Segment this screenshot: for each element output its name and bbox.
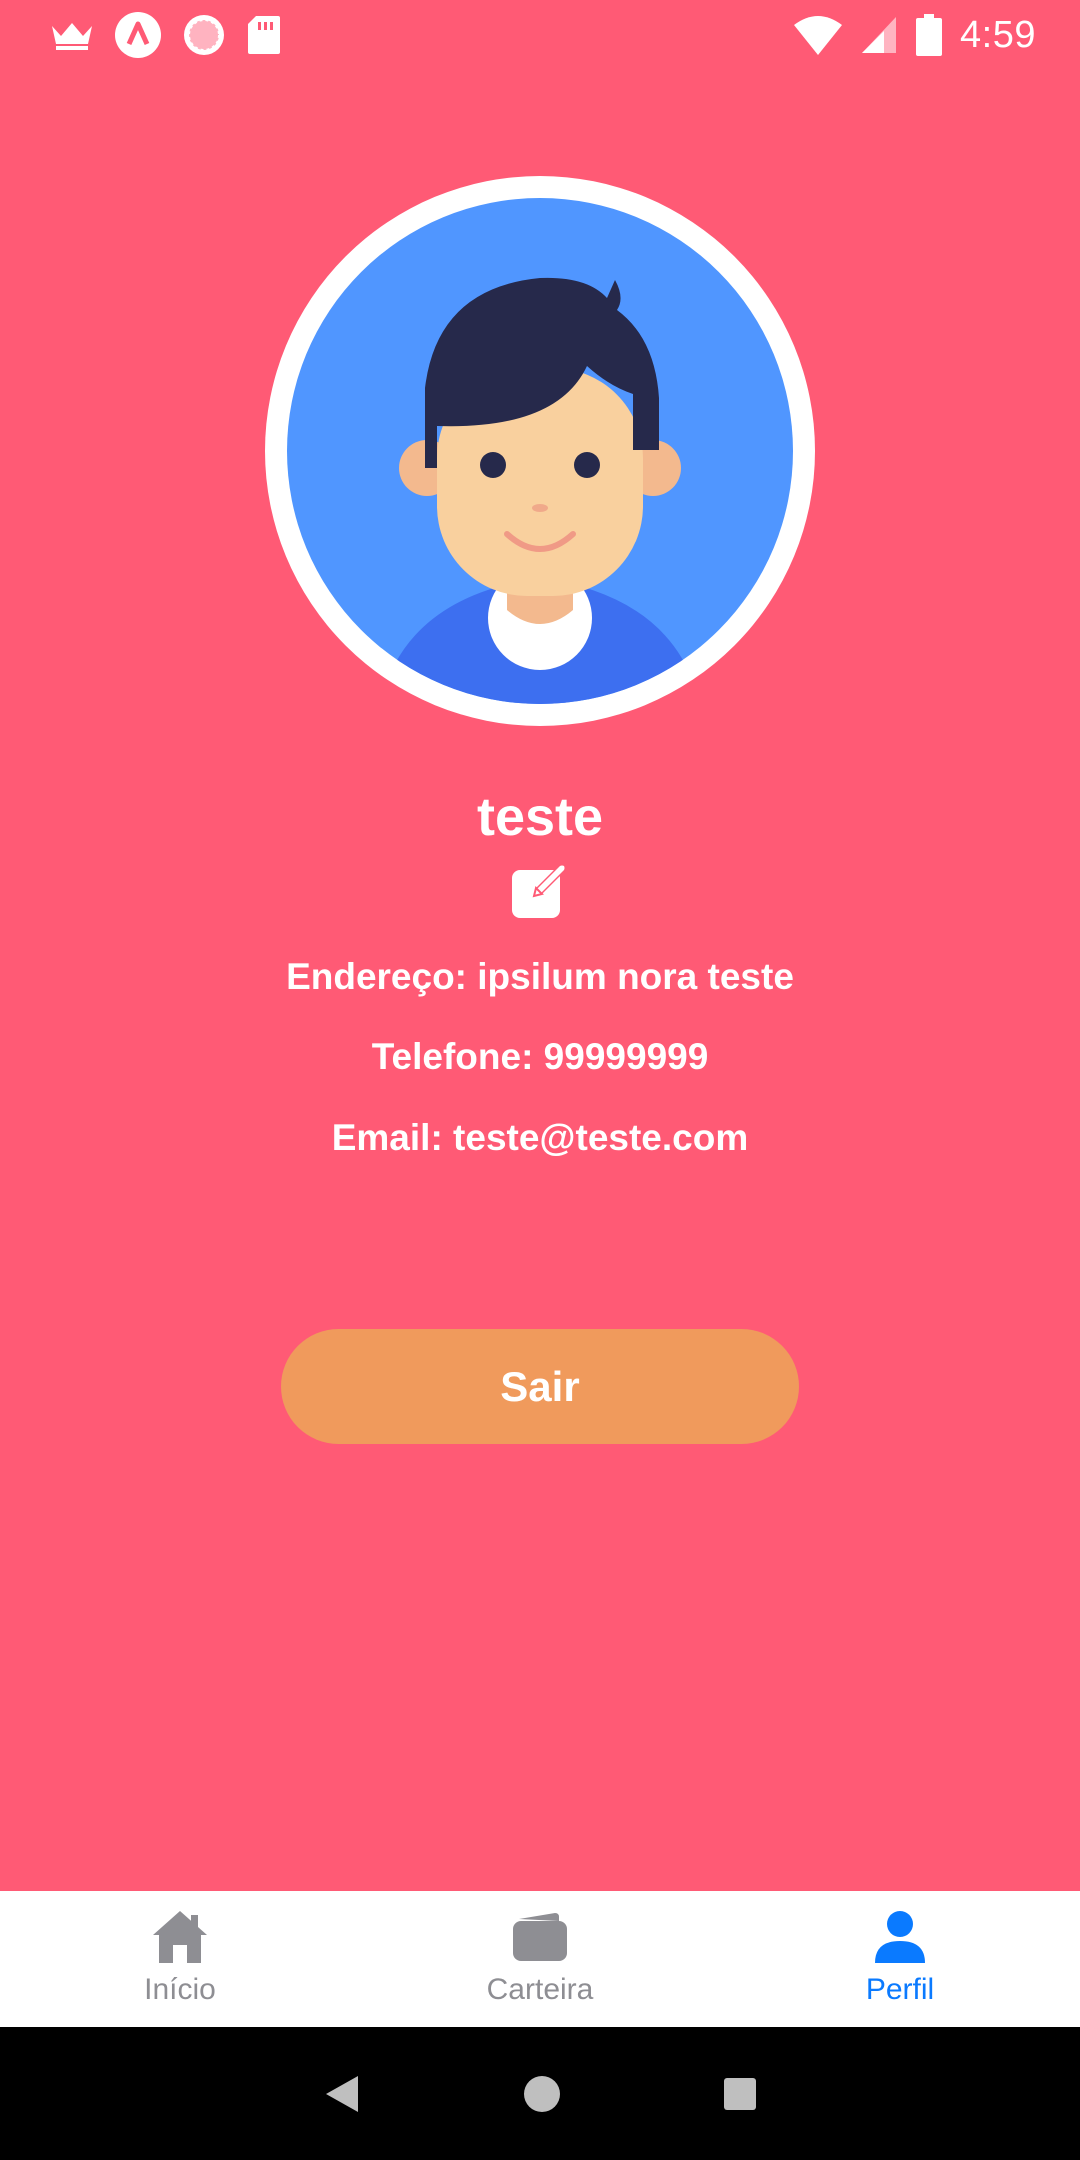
logout-button[interactable]: Sair	[281, 1329, 799, 1444]
address-text: Endereço: ipsilum nora teste	[286, 956, 794, 997]
system-nav-bar	[0, 2027, 1080, 2160]
nav-item-carteira[interactable]: Carteira	[360, 1891, 720, 2027]
bottom-nav: Início Carteira Perfil	[0, 1891, 1080, 2027]
nav-label-inicio: Início	[144, 1973, 216, 2006]
nav-item-perfil[interactable]: Perfil	[720, 1891, 1080, 2027]
nav-label-carteira: Carteira	[486, 1973, 594, 2006]
battery-icon	[916, 14, 943, 56]
avatar	[265, 176, 815, 726]
email-text: Email: teste@teste.com	[331, 1117, 749, 1158]
back-icon[interactable]	[322, 2072, 362, 2116]
sd-card-icon	[248, 16, 280, 54]
recents-icon[interactable]	[722, 2076, 758, 2112]
nav-label-perfil: Perfil	[865, 1973, 935, 2006]
phone-text: Telefone: 99999999	[371, 1036, 709, 1077]
app-a-icon	[115, 12, 161, 58]
crown-icon	[52, 23, 92, 50]
person-icon	[875, 1911, 925, 1963]
avatar-illustration	[287, 198, 793, 704]
circle-app-icon	[184, 15, 224, 55]
home-button-icon[interactable]	[522, 2074, 562, 2114]
nav-item-inicio[interactable]: Início	[0, 1891, 360, 2027]
wallet-icon	[513, 1913, 567, 1961]
home-icon	[153, 1911, 207, 1963]
signal-icon	[862, 17, 897, 53]
profile-name: teste	[476, 787, 604, 847]
status-bar: 4:59	[0, 0, 1080, 66]
wifi-icon	[794, 16, 843, 55]
edit-icon[interactable]	[510, 858, 572, 920]
status-time: 4:59	[960, 13, 1036, 56]
